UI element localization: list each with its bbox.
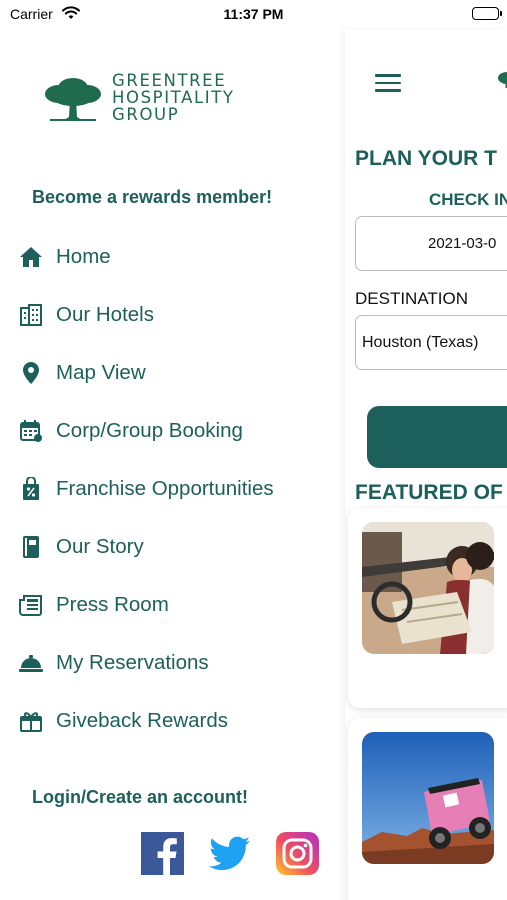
gift-icon xyxy=(18,708,44,734)
menu-item-label: Our Hotels xyxy=(56,303,154,326)
featured-offers-title: FEATURED OF xyxy=(355,481,503,504)
company-logo[interactable]: GREENTREE HOSPITALITY GROUP xyxy=(42,72,235,123)
clock: 11:37 PM xyxy=(223,6,284,22)
facebook-icon[interactable] xyxy=(141,832,184,875)
menu-item-corp-group-booking[interactable]: Corp/Group Booking xyxy=(18,402,338,460)
check-in-label: CHECK IN xyxy=(429,190,507,209)
map-pin-icon xyxy=(18,360,44,386)
building-icon xyxy=(18,302,44,328)
menu-item-franchise-opportunities[interactable]: Franchise Opportunities xyxy=(18,460,338,518)
menu-item-label: My Reservations xyxy=(56,651,209,674)
menu-item-label: Home xyxy=(56,245,111,268)
tree-logo-icon xyxy=(498,72,507,88)
twitter-icon[interactable] xyxy=(208,832,251,875)
rewards-member-link[interactable]: Become a rewards member! xyxy=(32,187,272,208)
menu-item-label: Map View xyxy=(56,361,146,384)
menu-item-label: Our Story xyxy=(56,535,144,558)
menu-item-press-room[interactable]: Press Room xyxy=(18,576,338,634)
calendar-icon xyxy=(18,418,44,444)
search-button[interactable] xyxy=(367,406,507,468)
home-icon xyxy=(18,244,44,270)
menu-item-label: Franchise Opportunities xyxy=(56,477,274,500)
menu-item-our-hotels[interactable]: Our Hotels xyxy=(18,286,338,344)
book-icon xyxy=(18,534,44,560)
menu-item-label: Corp/Group Booking xyxy=(56,419,243,442)
plan-trip-title: PLAN YOUR T xyxy=(355,147,497,170)
offer-photo-jeep-tour xyxy=(362,732,494,864)
menu-item-home[interactable]: Home xyxy=(18,228,338,286)
menu-item-label: Giveback Rewards xyxy=(56,709,229,732)
instagram-icon[interactable] xyxy=(276,832,319,875)
tree-logo-icon xyxy=(45,77,101,121)
percent-bag-icon xyxy=(18,476,44,502)
menu-item-map-view[interactable]: Map View xyxy=(18,344,338,402)
navigation-drawer: GREENTREE HOSPITALITY GROUP Become a rew… xyxy=(0,30,345,900)
status-bar: Carrier 11:37 PM xyxy=(0,0,507,30)
logo-text: GREENTREE HOSPITALITY GROUP xyxy=(112,71,235,124)
featured-offer-card[interactable] xyxy=(348,508,507,708)
battery-icon xyxy=(472,7,502,20)
menu-item-our-story[interactable]: Our Story xyxy=(18,518,338,576)
menu-item-giveback-rewards[interactable]: Giveback Rewards xyxy=(18,692,338,750)
main-screen: PLAN YOUR T CHECK IN 2021-03-0 DESTINATI… xyxy=(345,30,507,900)
drawer-menu: Home Our Hotels Map View Corp/Group Book… xyxy=(18,228,338,750)
concierge-bell-icon xyxy=(18,650,44,676)
hamburger-menu-icon[interactable] xyxy=(375,74,401,92)
destination-label: DESTINATION xyxy=(355,289,469,308)
check-in-date-field[interactable]: 2021-03-0 xyxy=(355,216,507,271)
offer-photo-couple-road-trip xyxy=(362,522,494,654)
menu-item-label: Press Room xyxy=(56,593,169,616)
featured-offer-card[interactable] xyxy=(348,718,507,900)
newspaper-icon xyxy=(18,592,44,618)
menu-item-my-reservations[interactable]: My Reservations xyxy=(18,634,338,692)
destination-field[interactable]: Houston (Texas) xyxy=(355,315,507,370)
login-create-account-link[interactable]: Login/Create an account! xyxy=(32,787,248,808)
